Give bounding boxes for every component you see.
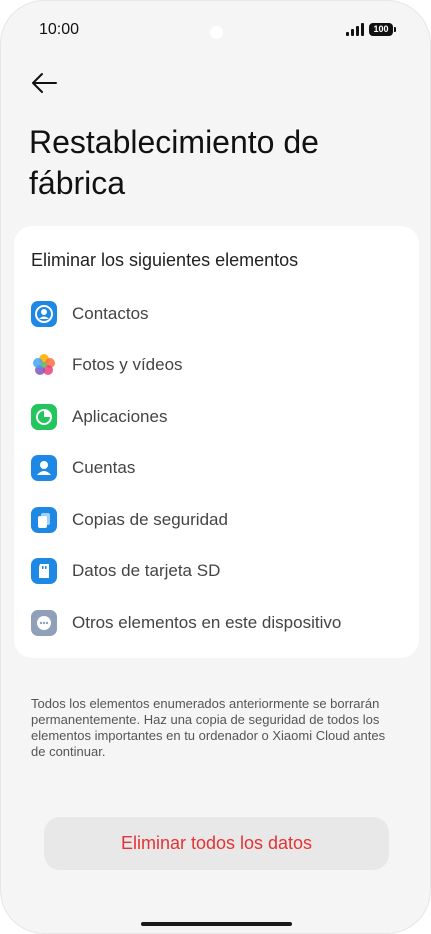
home-indicator[interactable]: [141, 922, 292, 926]
account-icon: [31, 455, 57, 481]
page-title: Restablecimiento de fábrica: [29, 124, 319, 201]
gallery-icon: [31, 352, 57, 378]
contacts-icon: [31, 301, 57, 327]
signal-icon: [346, 23, 364, 36]
list-item-label: Aplicaciones: [72, 407, 168, 426]
warning-note: Todos los elementos enumerados anteriorm…: [31, 696, 386, 759]
list-item-label: Fotos y vídeos: [72, 355, 183, 374]
backup-icon: [31, 507, 57, 533]
list-item-label: Cuentas: [72, 458, 136, 477]
items-card: Eliminar los siguientes elementos Contac…: [14, 226, 419, 658]
list-item-sd-card: Datos de tarjeta SD: [31, 555, 401, 587]
list-item-accounts: Cuentas: [31, 452, 401, 484]
list-item-label: Otros elementos en este dispositivo: [72, 613, 342, 632]
list-item-apps: Aplicaciones: [31, 401, 401, 433]
battery-icon: 100: [369, 23, 396, 36]
list-item-label: Datos de tarjeta SD: [72, 561, 221, 580]
arrow-left-icon: [32, 73, 57, 93]
status-time: 10:00: [39, 21, 80, 38]
list-item-other: Otros elementos en este dispositivo: [31, 607, 401, 639]
phone-screen: 10:00 100 Restablecimiento de fábrica El…: [0, 0, 431, 934]
sd-card-icon: [31, 558, 57, 584]
list-item-label: Copias de seguridad: [72, 510, 228, 529]
back-button[interactable]: [29, 67, 61, 99]
list-item-contacts: Contactos: [31, 298, 401, 330]
card-heading: Eliminar los siguientes elementos: [31, 250, 299, 270]
apps-icon: [31, 404, 57, 430]
list-item-backups: Copias de seguridad: [31, 504, 401, 536]
erase-all-data-button[interactable]: Eliminar todos los datos: [44, 817, 389, 870]
list-item-label: Contactos: [72, 304, 149, 323]
status-bar: 10:00 100: [1, 1, 430, 61]
camera-cutout: [210, 26, 223, 39]
list-item-photos: Fotos y vídeos: [31, 349, 401, 381]
more-icon: [31, 610, 57, 636]
